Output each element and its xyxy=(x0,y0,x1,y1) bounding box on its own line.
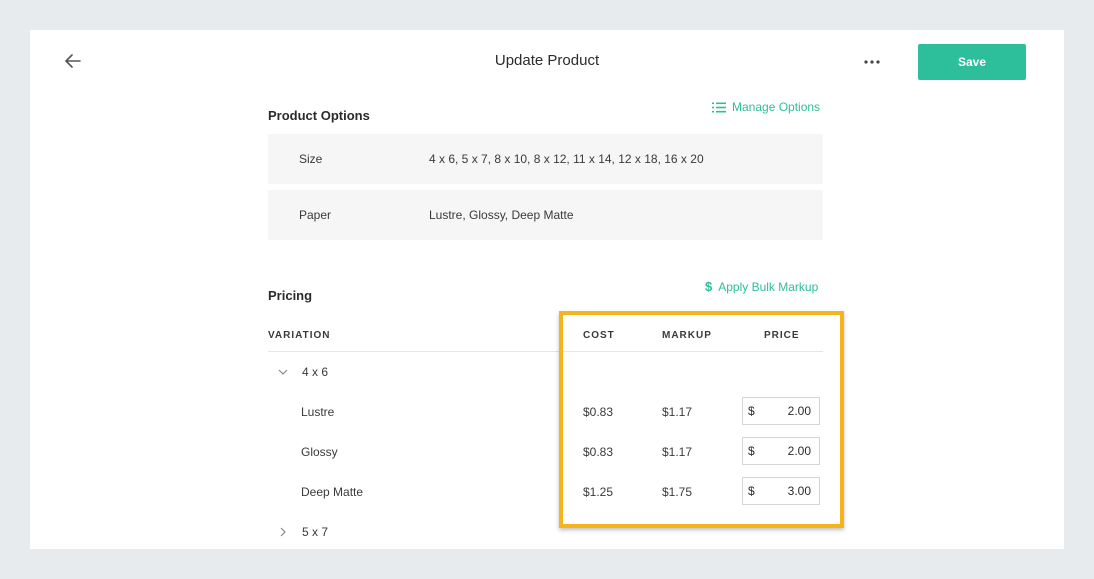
variation-markup: $1.17 xyxy=(662,445,693,459)
chevron-right-icon xyxy=(273,522,293,542)
price-input[interactable] xyxy=(761,484,811,498)
apply-bulk-markup-link[interactable]: $ Apply Bulk Markup xyxy=(705,279,818,294)
variation-group-4x6[interactable]: 4 x 6 xyxy=(268,362,328,382)
chevron-down-icon xyxy=(273,362,293,382)
price-input[interactable] xyxy=(761,444,811,458)
currency-symbol: $ xyxy=(748,484,755,498)
currency-symbol: $ xyxy=(748,444,755,458)
column-header-variation: VARIATION xyxy=(268,330,331,341)
option-row-paper: Paper Lustre, Glossy, Deep Matte xyxy=(268,190,823,240)
table-divider xyxy=(268,351,823,352)
list-icon xyxy=(712,102,726,112)
manage-options-link[interactable]: Manage Options xyxy=(712,100,820,114)
variation-group-label: 5 x 7 xyxy=(302,525,329,539)
product-options-title: Product Options xyxy=(268,108,370,123)
manage-options-label: Manage Options xyxy=(732,100,821,114)
option-name: Paper xyxy=(299,208,332,222)
option-name: Size xyxy=(299,152,323,166)
variation-group-label: 4 x 6 xyxy=(302,365,329,379)
price-input[interactable] xyxy=(761,404,811,418)
column-header-cost: COST xyxy=(583,330,615,341)
variation-markup: $1.17 xyxy=(662,405,693,419)
price-field[interactable]: $ xyxy=(742,397,820,425)
pricing-title: Pricing xyxy=(268,288,313,303)
variation-cost: $0.83 xyxy=(583,405,614,419)
more-horizontal-icon xyxy=(864,60,880,64)
price-field[interactable]: $ xyxy=(742,477,820,505)
variation-cost: $0.83 xyxy=(583,445,614,459)
option-values: 4 x 6, 5 x 7, 8 x 10, 8 x 12, 11 x 14, 1… xyxy=(429,152,704,166)
option-values: Lustre, Glossy, Deep Matte xyxy=(429,208,574,222)
page-title: Update Product xyxy=(494,52,600,69)
variation-name: Lustre xyxy=(301,405,335,419)
variation-cost: $1.25 xyxy=(583,485,614,499)
variation-group-5x7[interactable]: 5 x 7 xyxy=(268,522,328,542)
table-row: Lustre $0.83 $1.17 $ xyxy=(30,397,1064,427)
column-header-price: PRICE xyxy=(764,330,800,341)
column-header-markup: MARKUP xyxy=(662,330,712,341)
variation-markup: $1.75 xyxy=(662,485,693,499)
update-product-panel: Update Product Save Product Options Mana… xyxy=(30,30,1064,549)
save-button[interactable]: Save xyxy=(918,44,1026,80)
table-row: Deep Matte $1.25 $1.75 $ xyxy=(30,477,1064,507)
dollar-icon: $ xyxy=(705,279,713,294)
variation-name: Glossy xyxy=(301,445,338,459)
currency-symbol: $ xyxy=(748,404,755,418)
table-row: Glossy $0.83 $1.17 $ xyxy=(30,437,1064,467)
price-field[interactable]: $ xyxy=(742,437,820,465)
variation-name: Deep Matte xyxy=(301,485,364,499)
apply-bulk-markup-label: Apply Bulk Markup xyxy=(718,279,819,294)
option-row-size: Size 4 x 6, 5 x 7, 8 x 10, 8 x 12, 11 x … xyxy=(268,134,823,184)
more-options-button[interactable] xyxy=(860,52,884,72)
